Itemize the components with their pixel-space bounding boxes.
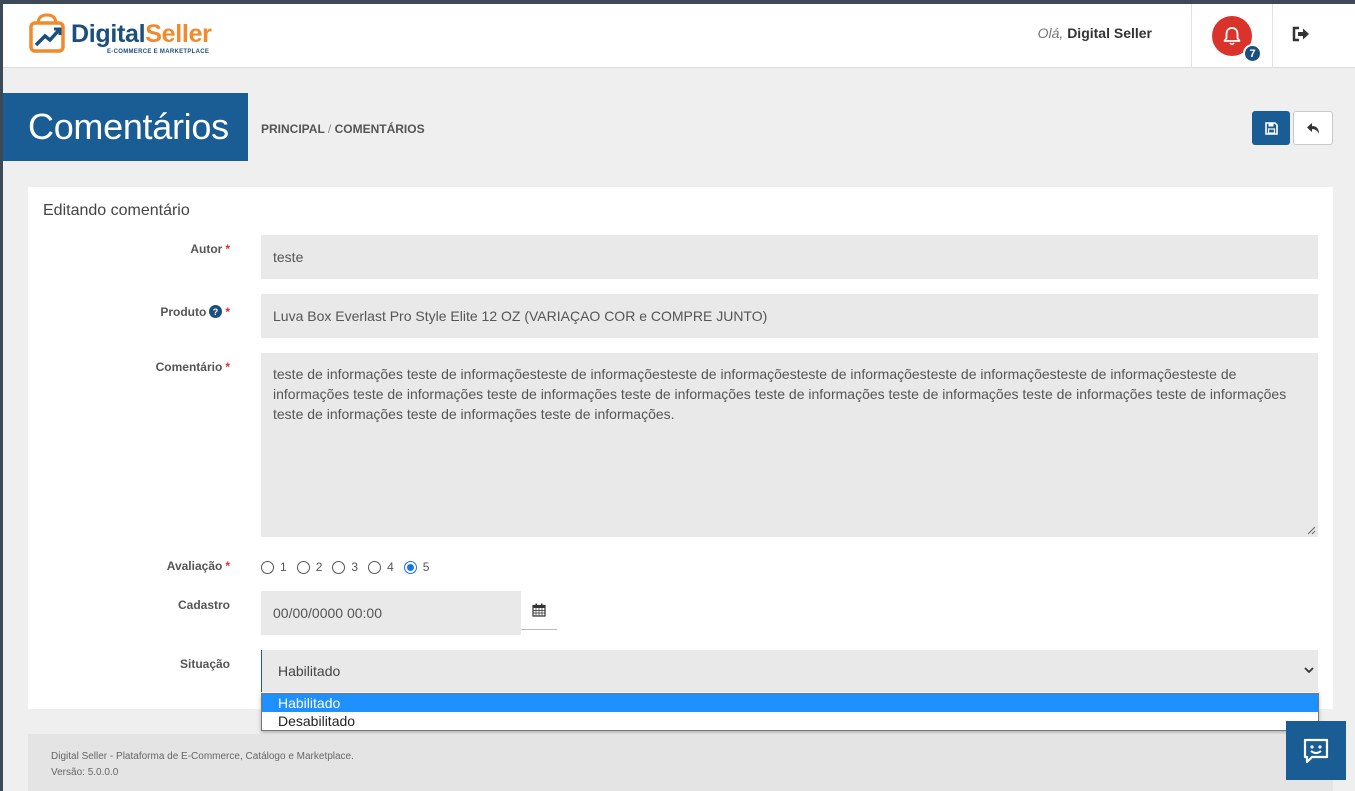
rating-option-2[interactable]: 2 <box>296 560 322 574</box>
produto-label: Produto? * <box>160 305 230 321</box>
notifications-count-badge: 7 <box>1243 44 1262 63</box>
bell-icon <box>1223 27 1241 46</box>
radio-button[interactable] <box>261 560 274 574</box>
dropdown-option-desabilitado[interactable]: Desabilitado <box>262 712 1318 730</box>
calendar-icon <box>532 603 546 617</box>
chat-bot-icon <box>1303 738 1329 763</box>
footer-text: Digital Seller - Plataforma de E-Commerc… <box>51 749 354 781</box>
logout-icon <box>1292 26 1309 42</box>
situacao-select[interactable]: Habilitado <box>261 650 1318 692</box>
comentario-textarea[interactable]: teste de informações teste de informaçõe… <box>261 353 1318 537</box>
radio-button[interactable] <box>332 560 346 574</box>
user-greeting: Olá, Digital Seller <box>1038 25 1152 41</box>
avaliacao-radio-group: 1 2 3 4 5 <box>261 559 439 575</box>
help-icon[interactable]: ? <box>209 305 223 321</box>
page-title: Comentários <box>3 93 248 161</box>
comentario-label: Comentário * <box>155 360 230 374</box>
form-title: Editando comentário <box>43 202 190 219</box>
autor-label: Autor * <box>190 242 230 256</box>
situacao-selected-value: Habilitado <box>278 663 341 679</box>
situacao-dropdown-list: Habilitado Desabilitado <box>261 693 1319 731</box>
cadastro-label: Cadastro <box>177 598 230 612</box>
logout-button[interactable] <box>1292 26 1310 47</box>
breadcrumb-home[interactable]: PRINCIPAL <box>261 122 325 136</box>
breadcrumb: PRINCIPAL / COMENTÁRIOS <box>261 122 425 136</box>
avaliacao-label: Avaliação * <box>166 559 230 573</box>
brand-name: DigitalSeller <box>71 20 212 48</box>
radio-button[interactable] <box>368 560 382 574</box>
shopping-bag-logo-icon <box>29 13 65 53</box>
chat-button[interactable] <box>1286 721 1346 780</box>
calendar-button[interactable] <box>521 591 557 630</box>
autor-input[interactable]: teste <box>261 235 1318 279</box>
top-header: DigitalSeller E-COMMERCE E MARKETPLACE O… <box>3 4 1355 68</box>
save-button[interactable] <box>1252 111 1290 145</box>
radio-button[interactable] <box>296 560 310 574</box>
greeting-prefix: Olá, <box>1037 25 1064 41</box>
footer-platform: Digital Seller - Plataforma de E-Commerc… <box>51 751 354 762</box>
breadcrumb-current: COMENTÁRIOS <box>334 122 425 136</box>
dropdown-option-habilitado[interactable]: Habilitado <box>262 694 1318 712</box>
rating-option-4[interactable]: 4 <box>368 560 394 574</box>
comentario-text: teste de informações teste de informaçõe… <box>273 366 1287 422</box>
footer-version: Versão: 5.0.0.0 <box>51 767 119 778</box>
brand-logo[interactable]: DigitalSeller E-COMMERCE E MARKETPLACE <box>27 12 217 60</box>
svg-text:?: ? <box>213 307 219 317</box>
breadcrumb-separator: / <box>327 122 332 136</box>
produto-input[interactable]: Luva Box Everlast Pro Style Elite 12 OZ … <box>261 294 1318 338</box>
back-button[interactable] <box>1293 111 1333 145</box>
header-divider <box>1272 4 1273 68</box>
rating-option-5[interactable]: 5 <box>403 560 429 574</box>
header-divider <box>1191 4 1192 68</box>
situacao-label: Situação <box>179 657 230 671</box>
floppy-icon <box>1264 121 1278 135</box>
rating-option-3[interactable]: 3 <box>332 560 358 574</box>
user-name: Digital Seller <box>1067 25 1152 41</box>
brand-tagline: E-COMMERCE E MARKETPLACE <box>107 49 210 55</box>
chevron-down-icon <box>1304 667 1314 674</box>
resize-grip-icon[interactable] <box>1307 526 1316 535</box>
radio-button-checked[interactable] <box>403 560 417 574</box>
cadastro-date-input[interactable]: 00/00/0000 00:00 <box>261 591 521 635</box>
reply-icon <box>1306 122 1319 134</box>
rating-option-1[interactable]: 1 <box>261 560 287 574</box>
